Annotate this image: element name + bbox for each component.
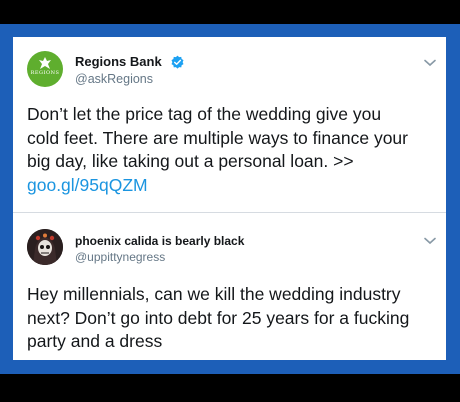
tweet-text-line: Don’t let the price tag of the wedding g… bbox=[27, 104, 382, 124]
avatar-logo-text: REGIONS bbox=[30, 70, 60, 76]
display-name[interactable]: Regions Bank bbox=[75, 54, 162, 69]
tweet-text-line: cold feet. There are multiple ways to fi… bbox=[27, 127, 408, 148]
display-name[interactable]: phoenix calida is bearly black bbox=[75, 234, 244, 248]
verified-badge-icon bbox=[171, 55, 184, 69]
tweet-text-line: party and a dress bbox=[27, 331, 163, 351]
avatar[interactable]: REGIONS bbox=[27, 51, 63, 87]
chevron-down-icon[interactable] bbox=[424, 59, 436, 67]
tweet-text: Hey millennials, can we kill the wedding… bbox=[27, 283, 437, 354]
handle[interactable]: @askRegions bbox=[75, 72, 153, 86]
handle[interactable]: @uppittynegress bbox=[75, 250, 165, 264]
regions-logo-icon bbox=[39, 57, 51, 69]
tweet-card-phoenix[interactable]: phoenix calida is bearly black @uppittyn… bbox=[13, 213, 446, 360]
tweet-link[interactable]: goo.gl/95qQZM bbox=[27, 174, 437, 198]
skull-portrait-icon bbox=[27, 229, 63, 265]
chevron-down-icon[interactable] bbox=[424, 237, 436, 245]
tweet-card-regions[interactable]: REGIONS Regions Bank @askRegions Don’t l… bbox=[13, 37, 446, 212]
tweet-text-line: next? Don’t go into debt for 25 years fo… bbox=[27, 307, 410, 328]
tweet-text-line: Hey millennials, can we kill the wedding… bbox=[27, 284, 401, 304]
tweet-text: Don’t let the price tag of the wedding g… bbox=[27, 103, 437, 197]
tweet-text-line: big day, like taking out a personal loan… bbox=[27, 151, 354, 171]
avatar[interactable] bbox=[27, 229, 63, 265]
